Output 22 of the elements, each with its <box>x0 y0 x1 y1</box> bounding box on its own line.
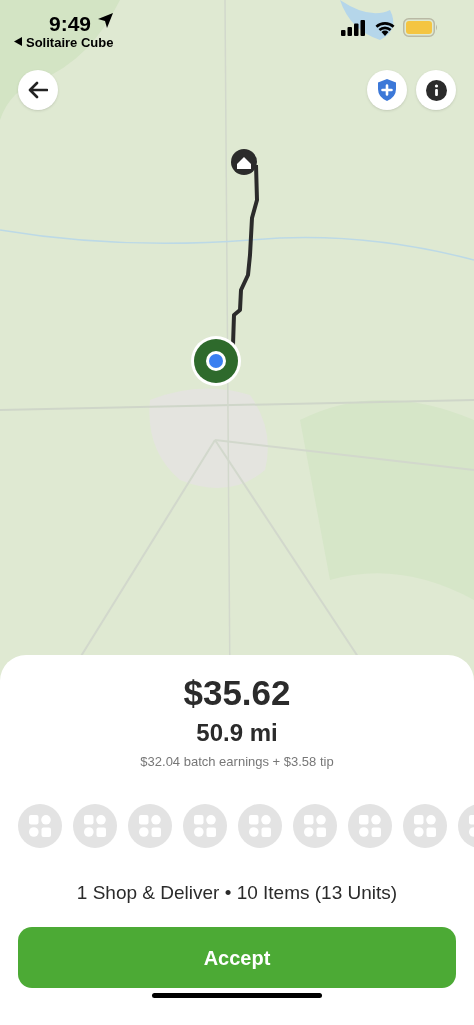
battery-icon <box>403 18 439 37</box>
store-marker <box>191 336 241 386</box>
item-placeholder-icon <box>73 804 117 848</box>
back-triangle-icon[interactable] <box>14 37 22 46</box>
wifi-icon <box>374 19 396 36</box>
info-icon <box>425 79 447 101</box>
item-placeholder-icon <box>183 804 227 848</box>
item-placeholder-icon <box>348 804 392 848</box>
item-placeholder-icon <box>403 804 447 848</box>
signal-icon <box>341 20 366 36</box>
back-arrow-icon <box>28 81 48 99</box>
item-placeholder-icon <box>238 804 282 848</box>
item-placeholder-icon <box>128 804 172 848</box>
home-pin-icon <box>231 149 257 175</box>
item-placeholder-icon <box>18 804 62 848</box>
order-summary: 1 Shop & Deliver • 10 Items (13 Units) <box>76 881 398 905</box>
earnings-breakdown: $32.04 batch earnings + $3.58 tip <box>140 754 334 770</box>
item-placeholder-icon <box>293 804 337 848</box>
location-arrow-icon <box>98 13 113 28</box>
offer-distance: 50.9 mi <box>196 718 278 748</box>
offer-amount: $35.62 <box>183 672 291 714</box>
shield-plus-icon <box>378 79 396 101</box>
